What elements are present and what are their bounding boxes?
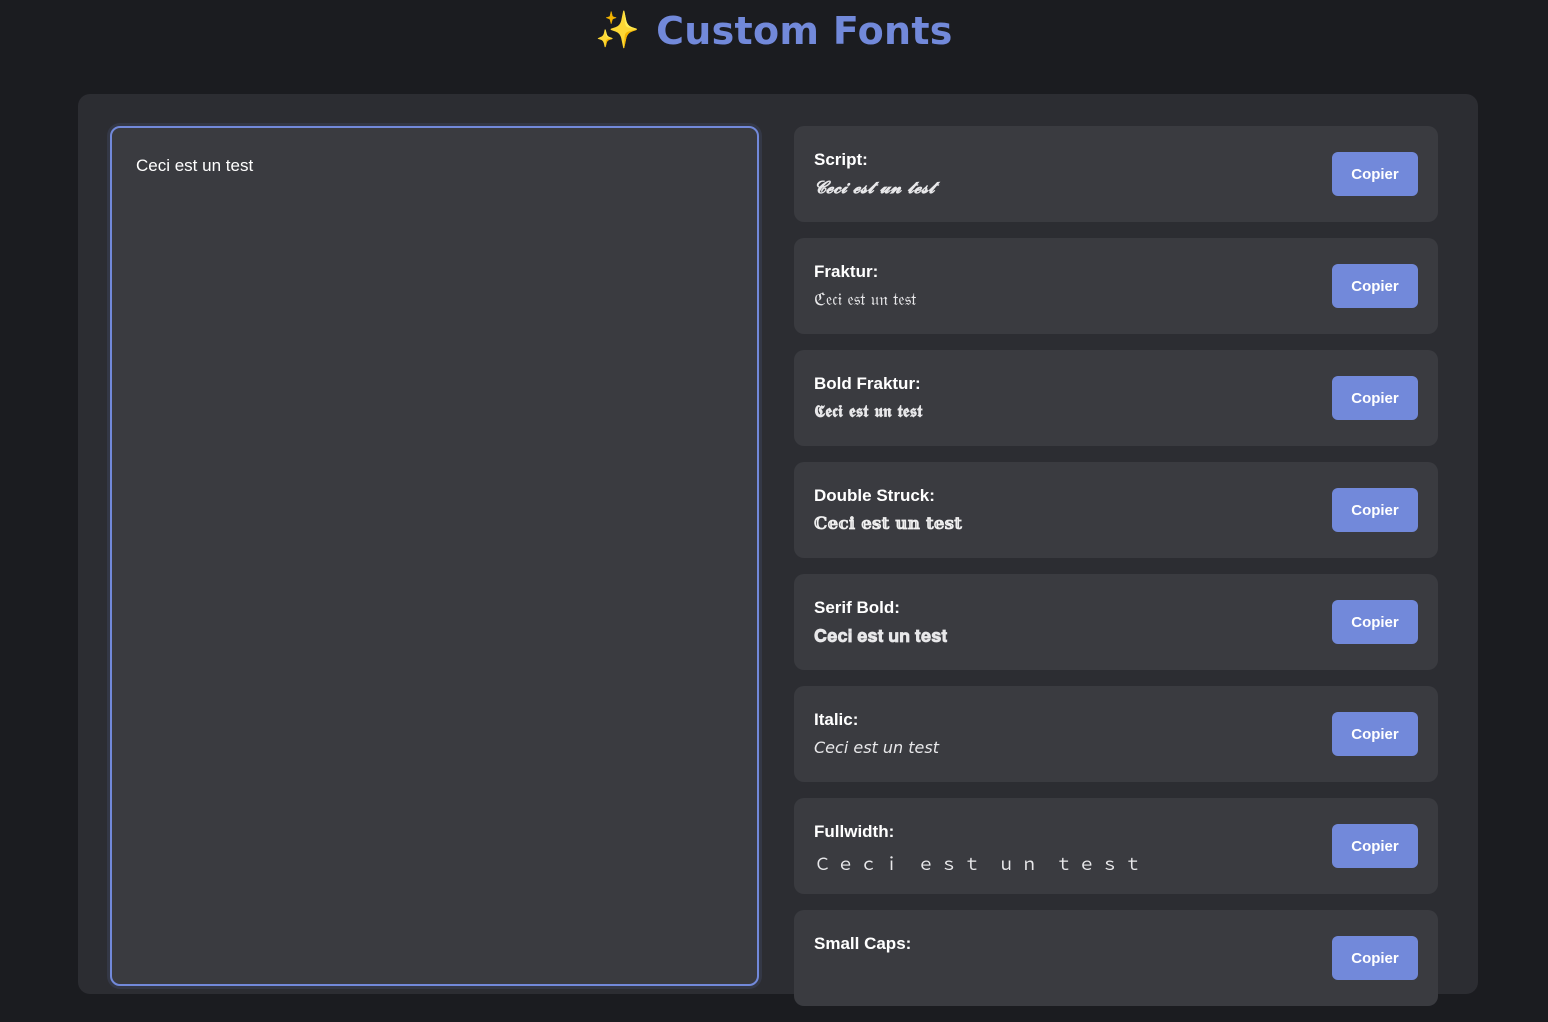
- font-card-label: Fullwidth:: [814, 822, 895, 841]
- text-input[interactable]: Ceci est un test: [110, 126, 759, 986]
- copy-button[interactable]: Copier: [1332, 936, 1418, 980]
- font-results-list: Script: 𝓒𝓮𝓬𝓲 𝓮𝓼𝓽 𝓾𝓷 𝓽𝓮𝓼𝓽 Copier Fraktur:…: [794, 126, 1438, 1022]
- copy-button[interactable]: Copier: [1332, 152, 1418, 196]
- copy-button[interactable]: Copier: [1332, 712, 1418, 756]
- font-card-bold-fraktur: Bold Fraktur: 𝕮𝖊𝖈𝖎 𝖊𝖘𝖙 𝖚𝖓 𝖙𝖊𝖘𝖙 Copier: [794, 350, 1438, 446]
- copy-button[interactable]: Copier: [1332, 264, 1418, 308]
- font-card-label: Serif Bold:: [814, 598, 900, 617]
- main-panel: Ceci est un test Script: 𝓒𝓮𝓬𝓲 𝓮𝓼𝓽 𝓾𝓷 𝓽𝓮𝓼…: [78, 94, 1478, 1006]
- page-title: ✨ Custom Fonts: [595, 9, 952, 53]
- copy-button[interactable]: Copier: [1332, 488, 1418, 532]
- title-text: Custom Fonts: [656, 9, 953, 53]
- font-card-preview: Ｃｅｃｉ ｅｓｔ ｕｎ ｔｅｓｔ: [814, 855, 1148, 875]
- font-card-label: Bold Fraktur:: [814, 374, 921, 393]
- sparkles-icon: ✨: [595, 10, 641, 51]
- font-card-italic: Italic: 𝘊𝘦𝘤𝘪 𝘦𝘴𝘵 𝘶𝘯 𝘵𝘦𝘴𝘵 Copier: [794, 686, 1438, 782]
- font-card-preview: ℭ𝔢𝔠𝔦 𝔢𝔰𝔱 𝔲𝔫 𝔱𝔢𝔰𝔱: [814, 290, 917, 310]
- copy-button[interactable]: Copier: [1332, 376, 1418, 420]
- font-card-label: Double Struck:: [814, 486, 935, 505]
- font-card-fraktur: Fraktur: ℭ𝔢𝔠𝔦 𝔢𝔰𝔱 𝔲𝔫 𝔱𝔢𝔰𝔱 Copier: [794, 238, 1438, 334]
- font-card-label: Small Caps:: [814, 934, 912, 953]
- font-card-double-struck: Double Struck: ℂ𝕖𝕔𝕚 𝕖𝕤𝕥 𝕦𝕟 𝕥𝕖𝕤𝕥 Copier: [794, 462, 1438, 558]
- font-card-script: Script: 𝓒𝓮𝓬𝓲 𝓮𝓼𝓽 𝓾𝓷 𝓽𝓮𝓼𝓽 Copier: [794, 126, 1438, 222]
- font-card-preview: 𝐂𝐞𝐜𝐢 𝐞𝐬𝐭 𝐮𝐧 𝐭𝐞𝐬𝐭: [814, 626, 948, 646]
- font-card-label: Italic:: [814, 710, 859, 729]
- copy-button[interactable]: Copier: [1332, 824, 1418, 868]
- font-card-serif-bold: Serif Bold: 𝐂𝐞𝐜𝐢 𝐞𝐬𝐭 𝐮𝐧 𝐭𝐞𝐬𝐭 Copier: [794, 574, 1438, 670]
- header: ✨ Custom Fonts: [0, 0, 1548, 70]
- font-card-fullwidth: Fullwidth: Ｃｅｃｉ ｅｓｔ ｕｎ ｔｅｓｔ Copier: [794, 798, 1438, 894]
- font-card-preview: 𝕮𝖊𝖈𝖎 𝖊𝖘𝖙 𝖚𝖓 𝖙𝖊𝖘𝖙: [814, 402, 923, 422]
- copy-button[interactable]: Copier: [1332, 600, 1418, 644]
- font-card-preview: 𝘊𝘦𝘤𝘪 𝘦𝘴𝘵 𝘶𝘯 𝘵𝘦𝘴𝘵: [814, 738, 939, 757]
- font-card-small-caps: Small Caps: Copier: [794, 910, 1438, 1006]
- font-card-preview: 𝓒𝓮𝓬𝓲 𝓮𝓼𝓽 𝓾𝓷 𝓽𝓮𝓼𝓽: [814, 178, 935, 198]
- font-card-label: Script:: [814, 150, 868, 169]
- font-card-preview: ℂ𝕖𝕔𝕚 𝕖𝕤𝕥 𝕦𝕟 𝕥𝕖𝕤𝕥: [814, 514, 962, 534]
- font-card-label: Fraktur:: [814, 262, 879, 281]
